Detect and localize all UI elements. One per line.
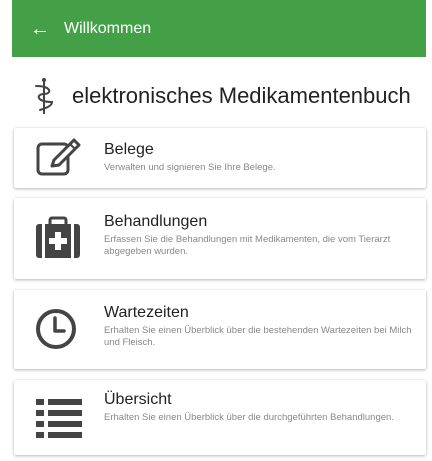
- app-title: elektronisches Medikamentenbuch: [72, 83, 411, 108]
- menu-item-title: Belege: [104, 141, 154, 158]
- menu-item-wartezeiten[interactable]: Wartezeiten Erhalten Sie einen Überblick…: [14, 290, 426, 369]
- menu-item-title: Wartezeiten: [104, 304, 189, 321]
- clock-icon: [36, 309, 76, 349]
- menu-item-uebersicht[interactable]: Übersicht Erhalten Sie einen Überblick ü…: [14, 380, 426, 455]
- menu-item-title: Behandlungen: [104, 213, 208, 230]
- app-bar-title: Willkommen: [64, 19, 152, 37]
- app-heading: elektronisches Medikamentenbuch: [14, 66, 426, 126]
- caduceus-icon: [35, 78, 54, 114]
- first-aid-kit-icon: [36, 216, 80, 258]
- menu-item-description: Erhalten Sie einen Überblick über die be…: [104, 325, 412, 348]
- arrow-left-icon[interactable]: ←: [30, 19, 58, 39]
- edit-document-icon: [36, 138, 81, 176]
- menu-item-description: Erfassen Sie die Behandlungen mit Medika…: [104, 234, 391, 257]
- menu-item-belege[interactable]: Belege Verwalten und signieren Sie Ihre …: [14, 128, 426, 188]
- menu-item-description: Erhalten Sie einen Überblick über die du…: [104, 412, 394, 423]
- menu-item-title: Übersicht: [104, 391, 172, 408]
- menu-item-description: Verwalten und signieren Sie Ihre Belege.: [104, 162, 276, 173]
- list-icon: [36, 399, 82, 438]
- menu-item-behandlungen[interactable]: Behandlungen Erfassen Sie die Behandlung…: [14, 198, 426, 279]
- app-bar: ← Willkommen: [12, 0, 426, 57]
